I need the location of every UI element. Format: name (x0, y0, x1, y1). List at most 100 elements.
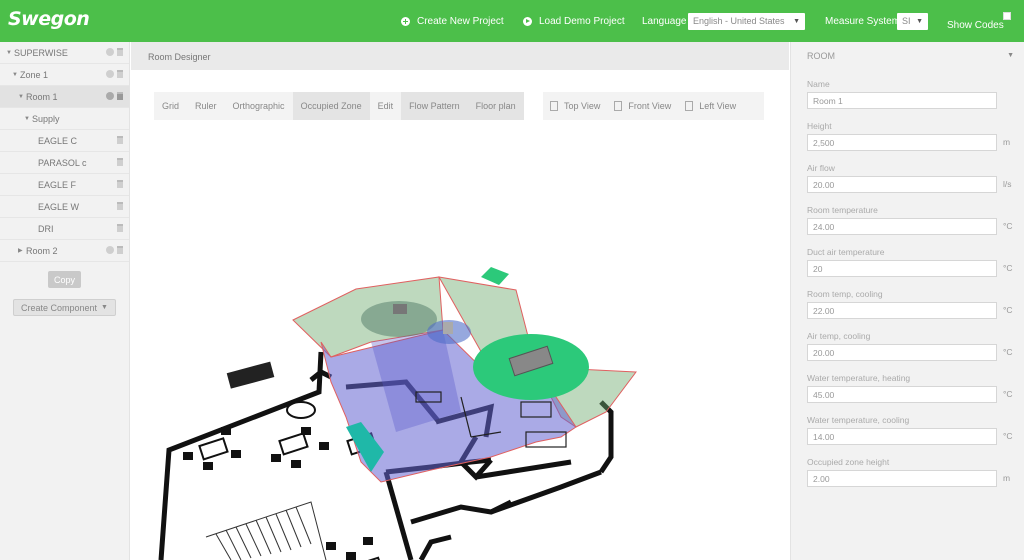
expand-arrow-icon[interactable]: ▶ (18, 247, 26, 254)
diffuser-plume-eagle-w (481, 267, 509, 285)
gear-icon[interactable] (106, 246, 114, 254)
room-temp-cooling-input[interactable]: 22.00 (807, 302, 997, 319)
front-view-button[interactable]: Front View (607, 101, 678, 111)
left-view-button[interactable]: Left View (678, 101, 743, 111)
collapse-arrow-icon[interactable]: ▼ (6, 50, 14, 56)
name-input[interactable]: Room 1 (807, 92, 997, 109)
room-panel-title: ROOM (807, 51, 835, 61)
tree-item-eagle-w[interactable]: EAGLE W (0, 196, 129, 218)
create-component-button[interactable]: Create Component ▼ (13, 299, 116, 316)
height-input[interactable]: 2,500 (807, 134, 997, 151)
plus-circle-icon (401, 16, 410, 26)
measure-system-label: Measure System (825, 15, 901, 27)
view-toolbar: Top View Front View Left View (543, 92, 764, 120)
collapse-arrow-icon[interactable]: ▼ (24, 116, 32, 122)
field-water-temp-cooling: Water temperature, cooling 14.00 °C (807, 415, 1013, 445)
tree-item-dri[interactable]: DRI (0, 218, 129, 240)
tool-floor-plan[interactable]: Floor plan (467, 92, 524, 120)
air-flow-input[interactable]: 20.00 (807, 176, 997, 193)
chevron-down-icon: ▼ (101, 304, 108, 311)
tool-flow-pattern[interactable]: Flow Pattern (401, 92, 468, 120)
top-bar: Swegon Create New Project Load Demo Proj… (0, 0, 1024, 42)
swegon-logo[interactable]: Swegon (8, 8, 90, 30)
room-temperature-input[interactable]: 24.00 (807, 218, 997, 235)
field-label: Duct air temperature (807, 247, 885, 257)
gear-icon[interactable] (106, 92, 114, 100)
unit-eagle-c[interactable] (393, 304, 407, 314)
3d-room-viewport[interactable] (131, 142, 789, 560)
tree-item-label: Supply (32, 113, 60, 124)
tree-item-eagle-f[interactable]: EAGLE F (0, 174, 129, 196)
create-project-label: Create New Project (417, 15, 504, 27)
trash-icon[interactable] (117, 48, 123, 56)
language-select[interactable]: English - United States ▼ (688, 12, 805, 30)
tree-item-supply[interactable]: ▼ Supply (0, 108, 129, 130)
tree-item-label: Zone 1 (20, 69, 49, 80)
room-designer-panel: Room Designer Grid Ruler Orthographic Oc… (131, 42, 789, 560)
tree-item-label: Room 2 (26, 245, 58, 256)
field-unit: °C (1003, 347, 1013, 357)
trash-icon[interactable] (117, 92, 123, 100)
field-water-temp-heating: Water temperature, heating 45.00 °C (807, 373, 1013, 403)
tree-item-zone-1[interactable]: ▼ Zone 1 (0, 64, 129, 86)
chevron-down-icon: ▼ (916, 17, 923, 25)
tool-occupied-zone[interactable]: Occupied Zone (292, 92, 370, 120)
tree-item-label: EAGLE F (38, 179, 77, 190)
field-label: Air flow (807, 163, 835, 173)
room-properties-panel: ROOM ▼ Name Room 1 Height 2,500 m Air fl… (790, 42, 1024, 560)
collapse-arrow-icon[interactable]: ▼ (12, 72, 20, 78)
front-view-label: Front View (628, 101, 672, 111)
tree-item-room-2[interactable]: ▶ Room 2 (0, 240, 129, 262)
measure-system-select[interactable]: SI ▼ (897, 12, 928, 30)
top-view-button[interactable]: Top View (543, 101, 607, 111)
tree-item-room-1[interactable]: ▼ Room 1 (0, 86, 129, 108)
room-panel-header[interactable]: ROOM ▼ (791, 42, 1024, 70)
load-demo-label: Load Demo Project (539, 15, 625, 27)
field-unit: °C (1003, 221, 1013, 231)
trash-icon[interactable] (117, 158, 123, 166)
gear-icon[interactable] (106, 48, 114, 56)
chevron-down-icon[interactable]: ▼ (1007, 52, 1014, 59)
trash-icon[interactable] (117, 136, 123, 144)
trash-icon[interactable] (117, 224, 123, 232)
duct-air-temperature-input[interactable]: 20 (807, 260, 997, 277)
room-designer-title: Room Designer (131, 42, 789, 70)
field-label: Room temp, cooling (807, 289, 883, 299)
show-codes-checkbox[interactable] (1003, 12, 1011, 20)
trash-icon[interactable] (117, 246, 123, 254)
tool-orthographic[interactable]: Orthographic (224, 92, 293, 120)
water-temp-heating-input[interactable]: 45.00 (807, 386, 997, 403)
occupied-zone-height-input[interactable]: 2.00 (807, 470, 997, 487)
trash-icon[interactable] (117, 180, 123, 188)
copy-button[interactable]: Copy (48, 271, 81, 288)
tree-item-eagle-c[interactable]: EAGLE C (0, 130, 129, 152)
tree-item-label: EAGLE W (38, 201, 80, 212)
tree-item-parasol-c[interactable]: PARASOL c (0, 152, 129, 174)
designer-toolbar: Grid Ruler Orthographic Occupied Zone Ed… (154, 92, 524, 120)
tree-item-label: Room 1 (26, 91, 58, 102)
gear-icon[interactable] (106, 70, 114, 78)
left-view-label: Left View (699, 101, 737, 111)
top-view-icon (550, 101, 558, 111)
tool-ruler[interactable]: Ruler (187, 92, 225, 120)
tree-item-superwise[interactable]: ▼ SUPERWISE (0, 42, 129, 64)
field-room-temp-cooling: Room temp, cooling 22.00 °C (807, 289, 1013, 319)
field-unit: °C (1003, 431, 1013, 441)
tool-grid[interactable]: Grid (154, 92, 188, 120)
trash-icon[interactable] (117, 70, 123, 78)
field-height: Height 2,500 m (807, 121, 1010, 151)
trash-icon[interactable] (117, 202, 123, 210)
unit-parasol[interactable] (443, 322, 453, 334)
water-temp-cooling-input[interactable]: 14.00 (807, 428, 997, 445)
load-demo-button[interactable]: Load Demo Project (523, 0, 625, 42)
tree-item-label: EAGLE C (38, 135, 78, 146)
tree-item-label: SUPERWISE (14, 47, 68, 58)
create-project-button[interactable]: Create New Project (401, 0, 504, 42)
collapse-arrow-icon[interactable]: ▼ (18, 94, 26, 100)
field-unit: m (1003, 473, 1011, 483)
air-temp-cooling-input[interactable]: 20.00 (807, 344, 997, 361)
tool-edit[interactable]: Edit (369, 92, 402, 120)
field-air-flow: Air flow 20.00 l/s (807, 163, 1012, 193)
wall-block (226, 361, 275, 389)
measure-system-value: SI (902, 16, 911, 26)
